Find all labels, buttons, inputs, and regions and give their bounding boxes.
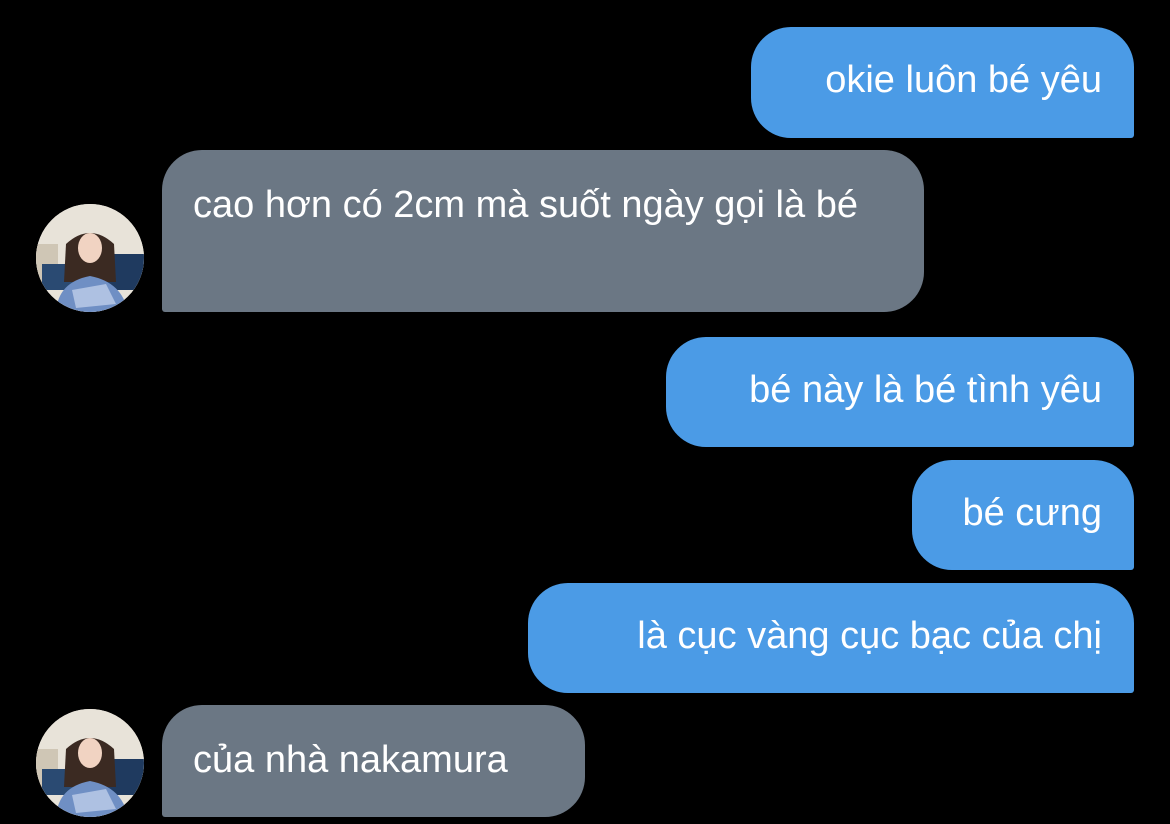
message-text: cao hơn có 2cm mà suốt ngày gọi là bé <box>193 184 858 226</box>
outgoing-message-bubble[interactable]: bé cưng <box>912 460 1134 570</box>
contact-avatar[interactable] <box>36 204 144 312</box>
message-text: okie luôn bé yêu <box>825 59 1102 101</box>
outgoing-message-bubble[interactable]: okie luôn bé yêu <box>751 27 1134 138</box>
incoming-message-bubble[interactable]: của nhà nakamura <box>162 705 585 817</box>
outgoing-message-bubble[interactable]: bé này là bé tình yêu <box>666 337 1134 447</box>
message-text: là cục vàng cục bạc của chị <box>637 615 1102 657</box>
avatar-photo-icon <box>36 204 144 312</box>
outgoing-message-bubble[interactable]: là cục vàng cục bạc của chị <box>528 583 1134 693</box>
message-text: của nhà nakamura <box>193 739 508 781</box>
contact-avatar[interactable] <box>36 709 144 817</box>
message-text: bé cưng <box>962 492 1102 534</box>
incoming-message-bubble[interactable]: cao hơn có 2cm mà suốt ngày gọi là bé <box>162 150 924 312</box>
avatar-photo-icon <box>36 709 144 817</box>
message-text: bé này là bé tình yêu <box>749 369 1102 411</box>
